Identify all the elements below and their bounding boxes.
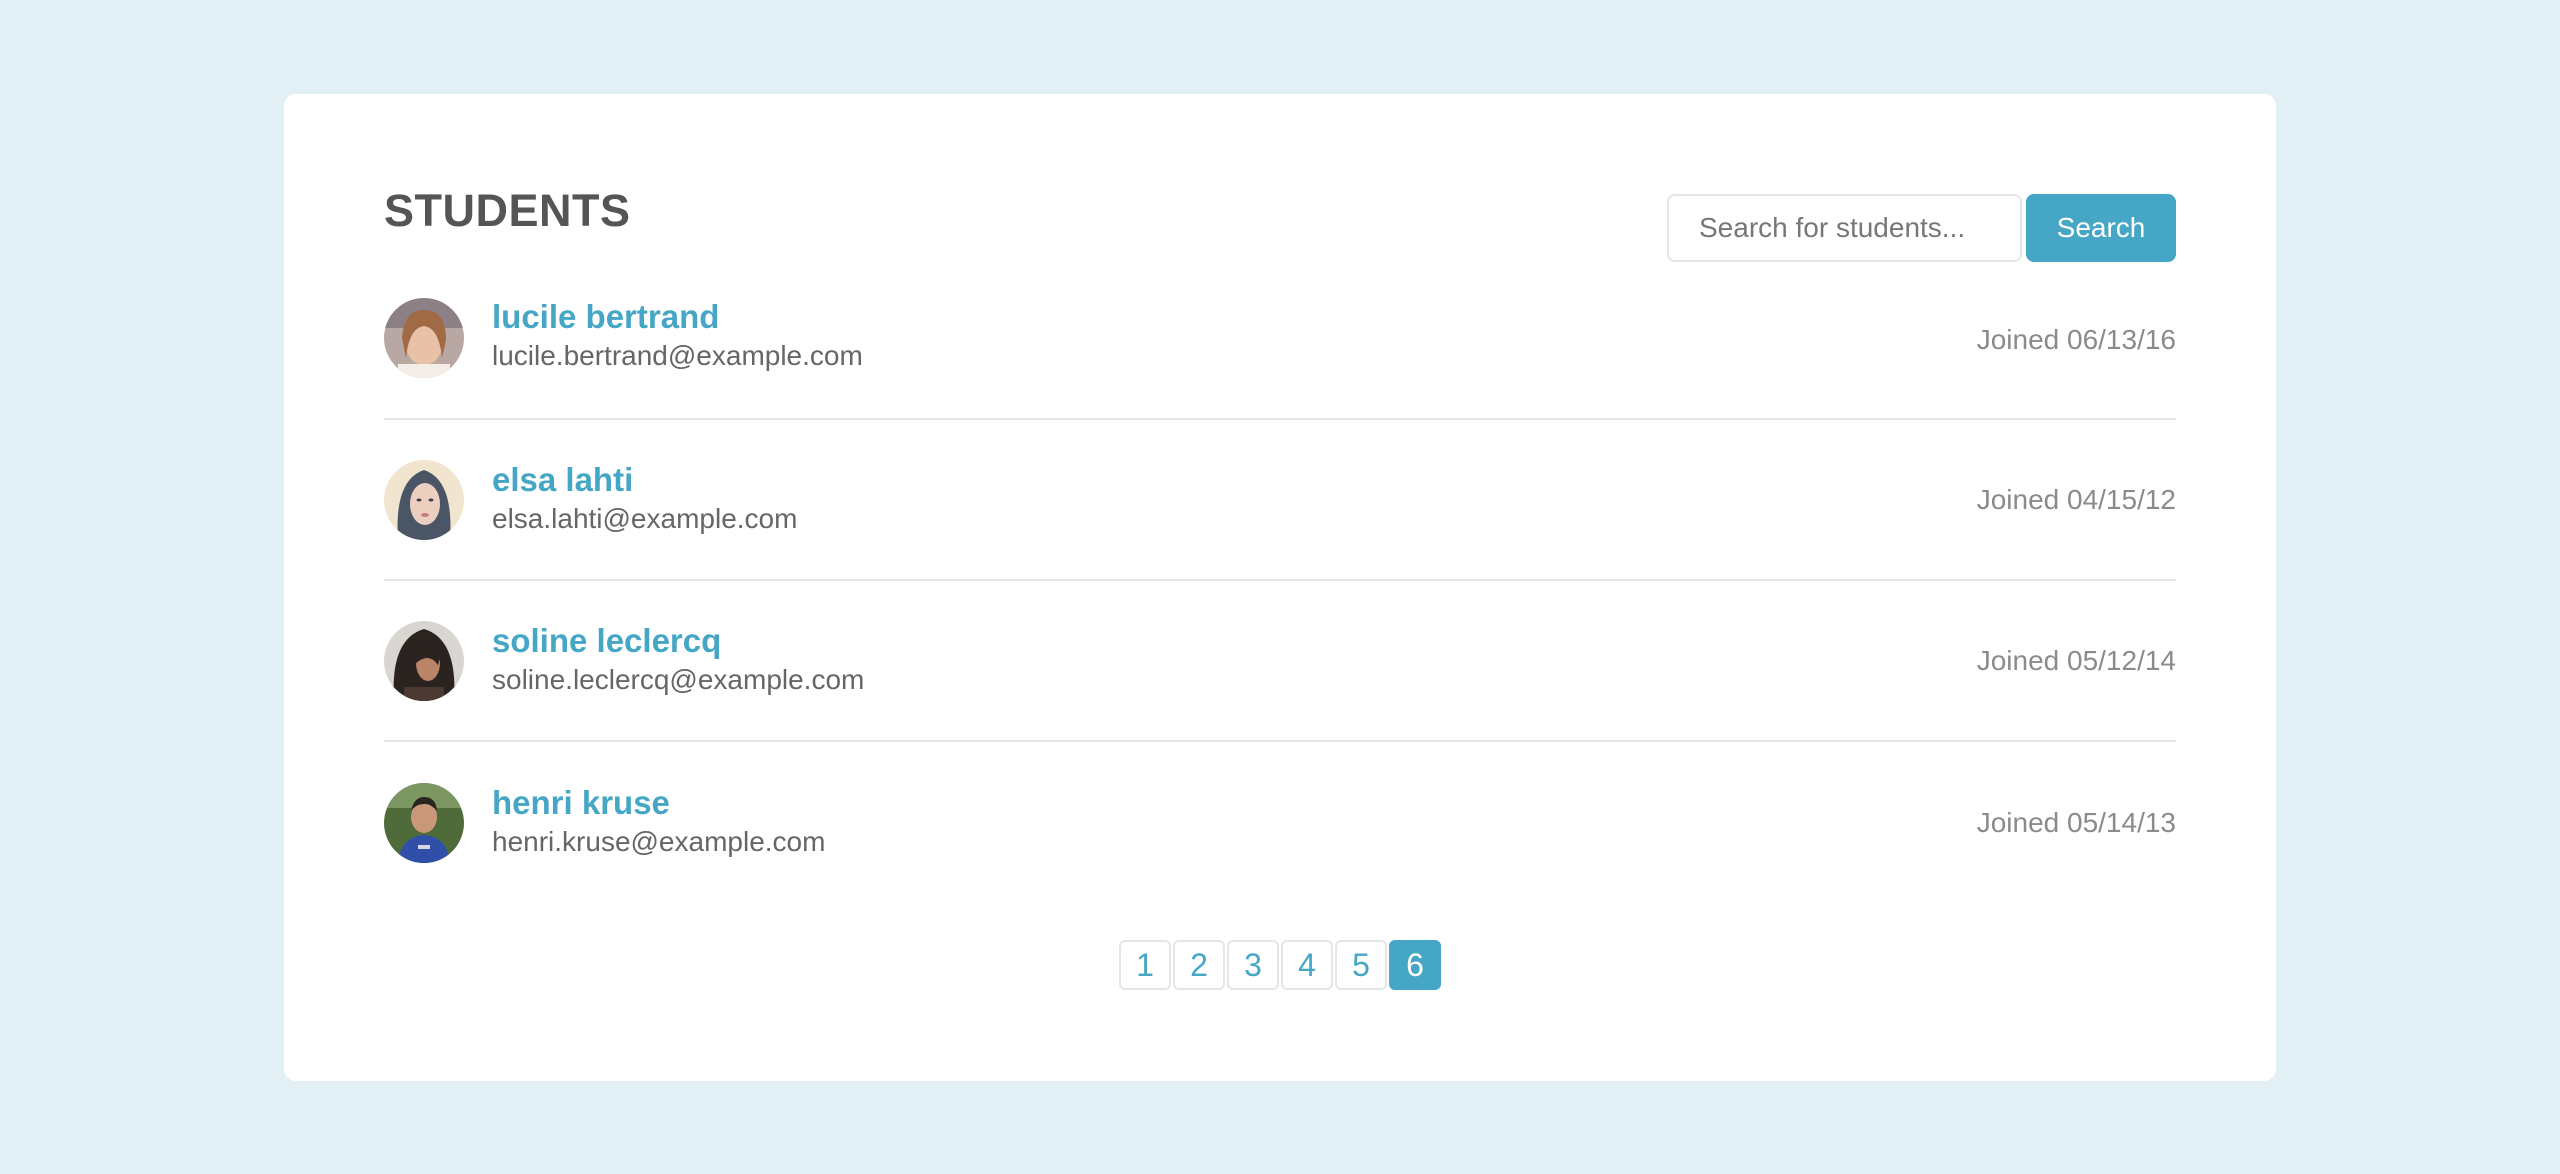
avatar — [384, 459, 464, 540]
avatar — [384, 298, 464, 378]
pagination: 1 2 3 4 5 6 — [284, 940, 2276, 990]
search-input[interactable] — [1667, 194, 2022, 262]
student-email: lucile.bertrand@example.com — [492, 339, 863, 371]
student-row: elsa lahti elsa.lahti@example.com Joined… — [384, 420, 2176, 581]
student-row: soline leclercq soline.leclercq@example.… — [384, 581, 2176, 742]
student-email: soline.leclercq@example.com — [492, 664, 865, 696]
joined-date: Joined 04/15/12 — [1976, 483, 2176, 515]
student-email: elsa.lahti@example.com — [492, 503, 798, 535]
student-info: soline leclercq soline.leclercq@example.… — [492, 622, 1977, 698]
student-name-link[interactable]: elsa lahti — [492, 461, 1977, 499]
student-info: lucile bertrand lucile.bertrand@example.… — [492, 298, 1977, 374]
student-name-link[interactable]: henri kruse — [492, 784, 1977, 822]
avatar — [384, 620, 464, 701]
page-title: STUDENTS — [384, 185, 631, 236]
page-link-2[interactable]: 2 — [1173, 940, 1225, 990]
avatar — [384, 782, 464, 863]
student-name-link[interactable]: lucile bertrand — [492, 298, 1977, 336]
student-email: henri.kruse@example.com — [492, 826, 826, 858]
joined-date: Joined 05/12/14 — [1976, 644, 2176, 676]
page-link-5[interactable]: 5 — [1335, 940, 1387, 990]
student-info: henri kruse henri.kruse@example.com — [492, 784, 1977, 860]
page-link-6-current[interactable]: 6 — [1389, 940, 1441, 990]
student-row: lucile bertrand lucile.bertrand@example.… — [384, 290, 2176, 420]
joined-date: Joined 06/13/16 — [1976, 324, 2176, 355]
student-name-link[interactable]: soline leclercq — [492, 622, 1977, 660]
students-card: STUDENTS Search lucile bertrand lucile.b… — [284, 94, 2276, 1081]
joined-date: Joined 05/14/13 — [1976, 806, 2176, 838]
page-link-3[interactable]: 3 — [1227, 940, 1279, 990]
search-bar: Search — [1667, 194, 2176, 262]
student-info: elsa lahti elsa.lahti@example.com — [492, 461, 1977, 537]
student-list: lucile bertrand lucile.bertrand@example.… — [384, 290, 2176, 903]
page-link-1[interactable]: 1 — [1119, 940, 1171, 990]
page-link-4[interactable]: 4 — [1281, 940, 1333, 990]
student-row: henri kruse henri.kruse@example.com Join… — [384, 742, 2176, 903]
search-button[interactable]: Search — [2026, 194, 2176, 262]
